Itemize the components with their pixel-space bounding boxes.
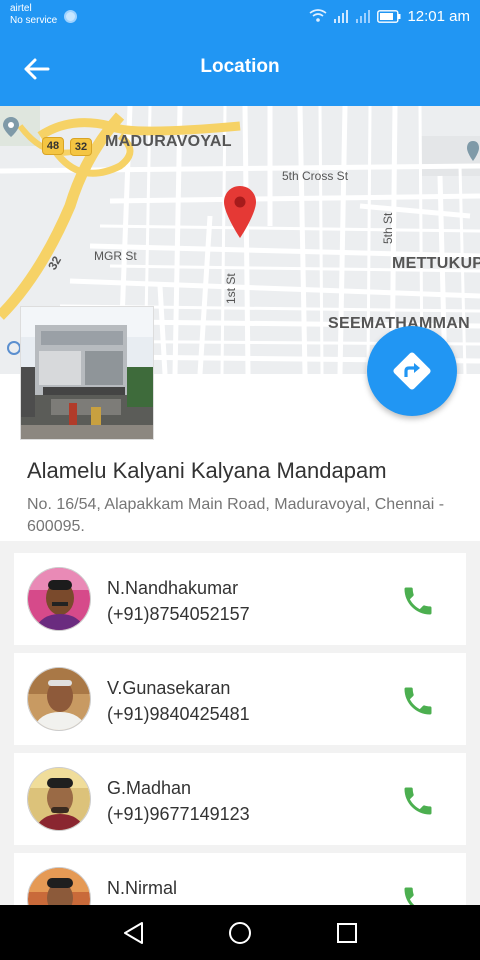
poi-pin-icon-right bbox=[467, 141, 479, 161]
avatar bbox=[27, 767, 91, 831]
contact-card[interactable]: N.Nirmal bbox=[14, 853, 466, 905]
contact-card[interactable]: V.Gunasekaran (+91)9840425481 bbox=[14, 653, 466, 745]
street-5th-cross: 5th Cross St bbox=[282, 169, 349, 183]
circle-home-icon bbox=[229, 922, 251, 944]
signal-no-sim-icon bbox=[356, 10, 371, 23]
system-nav-bar bbox=[0, 905, 480, 960]
wifi-icon bbox=[309, 9, 327, 22]
call-button[interactable] bbox=[400, 883, 436, 905]
contact-name: V.Gunasekaran bbox=[107, 678, 231, 698]
phone-icon bbox=[404, 687, 432, 715]
contact-name: G.Madhan bbox=[107, 778, 192, 798]
venue-photo bbox=[20, 306, 154, 440]
service-status: No service bbox=[10, 15, 58, 26]
contact-phone: (+91)8754052157 bbox=[107, 604, 250, 624]
road-shield-32: 32 bbox=[70, 138, 92, 156]
contact-name: N.Nandhakumar bbox=[107, 578, 239, 598]
battery-icon bbox=[377, 9, 401, 23]
road-shield-48: 48 bbox=[42, 137, 64, 155]
carrier-name: airtel bbox=[10, 3, 32, 14]
directions-button[interactable] bbox=[367, 326, 457, 416]
signal-icon bbox=[334, 10, 349, 23]
security-shield-icon bbox=[64, 10, 77, 23]
contact-list[interactable]: N.Nandhakumar (+91)8754052157 V.Gunaseka… bbox=[0, 541, 480, 905]
contact-name: N.Nirmal bbox=[107, 878, 177, 898]
call-button[interactable] bbox=[400, 783, 436, 819]
carrier-info: airtel No service bbox=[10, 3, 57, 27]
place-maduravoyal: MADURAVOYAL bbox=[105, 133, 232, 150]
directions-icon bbox=[393, 352, 431, 390]
venue-building-image bbox=[21, 307, 153, 439]
place-mettukuppam: METTUKUP bbox=[392, 255, 480, 272]
phone-icon bbox=[404, 887, 415, 905]
avatar bbox=[27, 667, 91, 731]
street-5th: 5th St bbox=[381, 212, 395, 244]
page-title: Location bbox=[200, 56, 280, 77]
contact-card[interactable]: G.Madhan (+91)9677149123 bbox=[14, 753, 466, 845]
contact-photo bbox=[28, 768, 90, 830]
call-button[interactable] bbox=[400, 683, 436, 719]
status-bar: airtel No service 12:01 am bbox=[0, 0, 480, 32]
call-button[interactable] bbox=[400, 583, 436, 619]
street-1st: 1st St bbox=[224, 273, 238, 304]
square-recents-icon bbox=[337, 923, 357, 943]
status-icons: 12:01 am bbox=[309, 6, 470, 26]
app-bar: Location bbox=[0, 32, 480, 106]
clock-time: 12:01 am bbox=[407, 7, 470, 25]
nav-recents-button[interactable] bbox=[333, 919, 361, 947]
contact-photo bbox=[28, 668, 90, 730]
map-pin-icon[interactable] bbox=[222, 184, 258, 240]
contact-photo bbox=[28, 568, 90, 630]
nav-back-button[interactable] bbox=[120, 919, 148, 947]
contact-phone: (+91)9677149123 bbox=[107, 804, 250, 824]
triangle-back-icon bbox=[124, 922, 143, 944]
avatar bbox=[27, 867, 91, 905]
venue-address: No. 16/54, Alapakkam Main Road, Maduravo… bbox=[27, 496, 445, 535]
contact-phone: (+91)9840425481 bbox=[107, 704, 250, 724]
phone-icon bbox=[404, 787, 432, 815]
venue-name: Alamelu Kalyani Kalyana Mandapam bbox=[27, 458, 387, 483]
contact-card[interactable]: N.Nandhakumar (+91)8754052157 bbox=[14, 553, 466, 645]
contact-photo bbox=[28, 868, 90, 905]
avatar bbox=[27, 567, 91, 631]
street-mgr: MGR St bbox=[94, 249, 137, 263]
poi-pin-icon bbox=[3, 117, 19, 137]
nav-home-button[interactable] bbox=[226, 919, 254, 947]
phone-icon bbox=[404, 587, 432, 615]
